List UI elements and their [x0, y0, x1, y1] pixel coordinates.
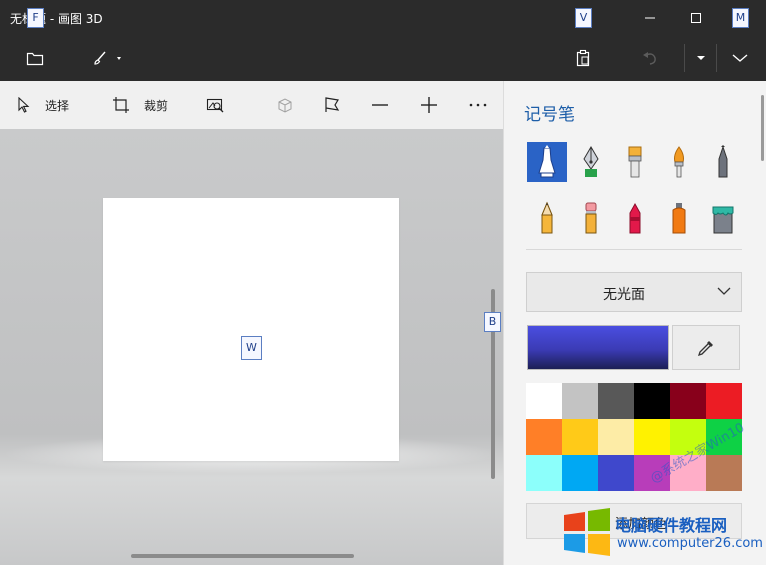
- paste-button[interactable]: [561, 42, 605, 74]
- palette-swatch[interactable]: [562, 419, 598, 455]
- spray-can-icon: [672, 203, 686, 234]
- eyedropper-icon: [697, 340, 713, 356]
- magic-select-button[interactable]: [206, 93, 226, 117]
- palette-swatch[interactable]: [634, 383, 670, 419]
- history-dropdown-button[interactable]: [686, 42, 716, 74]
- keytip-menu: M: [732, 8, 749, 28]
- brushes-tab-button[interactable]: [86, 42, 136, 74]
- crayon-brush[interactable]: [615, 198, 655, 238]
- title-bar: 无标题 - 画图 3D F V M: [0, 0, 766, 36]
- watermark-logo: [564, 508, 610, 556]
- watermark-site-name: 电脑硬件教程网: [615, 516, 728, 535]
- watercolor-icon: [674, 146, 684, 178]
- palette-swatch[interactable]: [706, 455, 742, 491]
- rotate-3d-button[interactable]: [276, 93, 294, 117]
- pixel-pen-brush[interactable]: [703, 142, 743, 182]
- brush-icon: [94, 51, 121, 65]
- palette-swatch[interactable]: [706, 383, 742, 419]
- pixel-pen-icon: [718, 145, 728, 178]
- eraser-brush[interactable]: [571, 198, 611, 238]
- palette-swatch[interactable]: [526, 419, 562, 455]
- chevron-down-icon: [732, 54, 748, 62]
- chevron-down-icon: [717, 287, 731, 295]
- zoom-in-button[interactable]: [420, 93, 438, 117]
- expand-button[interactable]: [718, 42, 762, 74]
- crop-button[interactable]: 裁剪: [112, 93, 168, 117]
- canvas-horizontal-scrollbar[interactable]: [131, 554, 354, 558]
- marker-brush[interactable]: [527, 142, 567, 182]
- palette-swatch[interactable]: [526, 455, 562, 491]
- select-label: 选择: [45, 98, 70, 113]
- finish-value: 无光面: [603, 287, 645, 303]
- palette-swatch[interactable]: [526, 383, 562, 419]
- spray-can-brush[interactable]: [659, 198, 699, 238]
- pencil-icon: [541, 201, 553, 234]
- palette-swatch[interactable]: [598, 419, 634, 455]
- calligraphy-pen-brush[interactable]: [571, 142, 611, 182]
- palette-swatch[interactable]: [562, 455, 598, 491]
- eraser-icon: [585, 202, 597, 234]
- oil-brush[interactable]: [615, 142, 655, 182]
- undo-icon: [643, 52, 656, 65]
- marker-icon: [538, 145, 556, 178]
- maximize-button[interactable]: [673, 0, 719, 36]
- panel-title: 记号笔: [524, 105, 575, 125]
- menu-button[interactable]: [13, 42, 57, 74]
- pencil-brush[interactable]: [527, 198, 567, 238]
- keytip-view: V: [575, 8, 592, 28]
- tool-bar: 选择 裁剪: [0, 81, 503, 129]
- crop-icon: [113, 97, 129, 113]
- crop-label: 裁剪: [144, 98, 169, 113]
- maximize-icon: [691, 13, 701, 23]
- panel-scrollbar[interactable]: [761, 95, 764, 161]
- minus-icon: [372, 104, 388, 106]
- flag-button[interactable]: [323, 93, 341, 117]
- undo-button[interactable]: [628, 42, 672, 74]
- cursor-icon: [18, 97, 30, 113]
- palette-swatch[interactable]: [634, 419, 670, 455]
- eyedropper-button[interactable]: [672, 325, 740, 370]
- more-icon: [469, 103, 487, 107]
- clipboard-icon: [576, 49, 590, 67]
- flag-icon: [325, 97, 340, 112]
- current-color-swatch[interactable]: [527, 325, 669, 370]
- palette-swatch[interactable]: [670, 383, 706, 419]
- caret-down-icon: [697, 56, 705, 60]
- canvas-area[interactable]: W B: [0, 129, 503, 565]
- keytip-canvas: W: [241, 336, 262, 360]
- palette-swatch[interactable]: [598, 383, 634, 419]
- minimize-button[interactable]: [627, 0, 673, 36]
- keytip-file: F: [27, 8, 44, 28]
- brush-panel: 记号笔 无光面 添加颜色: [503, 81, 766, 565]
- finish-dropdown[interactable]: 无光面: [526, 272, 742, 312]
- crayon-icon: [629, 202, 641, 234]
- minimize-icon: [645, 17, 655, 19]
- drawing-canvas[interactable]: [103, 198, 399, 461]
- window-title: 无标题 - 画图 3D: [10, 12, 103, 26]
- more-button[interactable]: [469, 93, 487, 117]
- fill-bucket-icon: [712, 206, 734, 234]
- rotate-3d-icon: [278, 98, 292, 113]
- watercolor-brush[interactable]: [659, 142, 699, 182]
- watermark-url: www.computer26.com: [617, 536, 763, 551]
- folder-icon: [26, 52, 44, 66]
- app-bar: [0, 36, 766, 81]
- select-button[interactable]: 选择: [17, 93, 69, 117]
- zoom-out-button[interactable]: [371, 93, 389, 117]
- keytip-brush-panel: B: [484, 312, 501, 332]
- palette-swatch[interactable]: [562, 383, 598, 419]
- fill-bucket-brush[interactable]: [703, 198, 743, 238]
- palette-swatch[interactable]: [598, 455, 634, 491]
- plus-icon: [421, 97, 437, 113]
- calligraphy-pen-icon: [583, 146, 599, 177]
- magic-select-icon: [206, 98, 224, 113]
- oil-brush-icon: [628, 146, 642, 178]
